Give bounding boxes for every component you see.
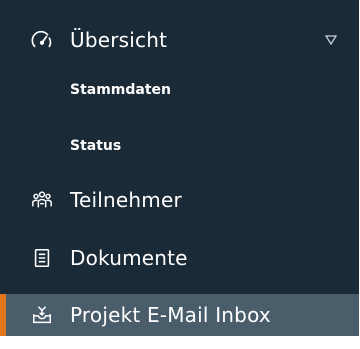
- sidebar-item-projekt-email-inbox[interactable]: Projekt E-Mail Inbox: [0, 294, 359, 336]
- sidebar-item-label: Projekt E-Mail Inbox: [70, 303, 271, 327]
- sidebar-item-overview[interactable]: Übersicht: [0, 18, 359, 62]
- sidebar-item-label: Teilnehmer: [70, 188, 182, 212]
- chevron-down-icon[interactable]: [325, 35, 337, 45]
- document-icon: [30, 246, 54, 270]
- sidebar-subitem-status[interactable]: Status: [0, 124, 359, 168]
- sidebar-subitem-label: Status: [70, 138, 122, 154]
- inbox-icon: [30, 303, 54, 327]
- users-icon: [30, 188, 54, 212]
- sidebar-nav: Übersicht Stammdaten Status Teilnehmer D…: [0, 0, 359, 336]
- sidebar-subitem-stammdaten[interactable]: Stammdaten: [0, 68, 359, 112]
- gauge-icon: [30, 28, 54, 52]
- sidebar-item-label: Übersicht: [70, 28, 168, 52]
- sidebar-item-teilnehmer[interactable]: Teilnehmer: [0, 178, 359, 222]
- sidebar-subitem-label: Stammdaten: [70, 82, 172, 98]
- sidebar-item-dokumente[interactable]: Dokumente: [0, 236, 359, 280]
- sidebar-item-label: Dokumente: [70, 246, 188, 270]
- active-indicator: [0, 294, 6, 336]
